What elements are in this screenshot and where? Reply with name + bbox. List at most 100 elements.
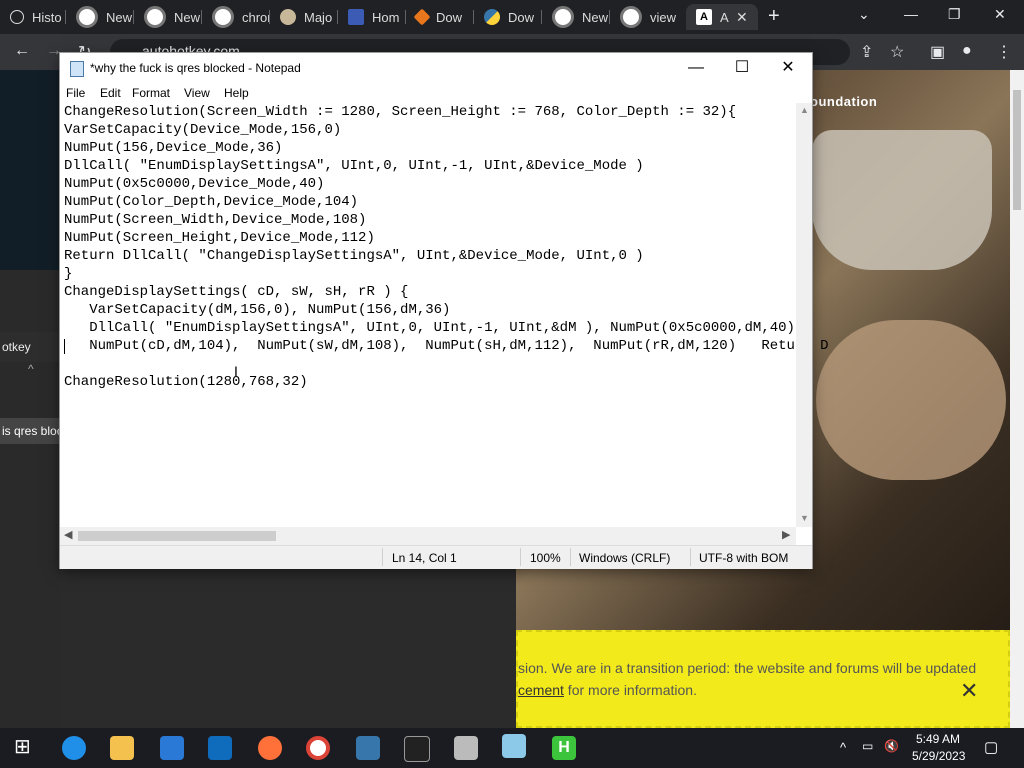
mail-icon[interactable] xyxy=(208,736,232,760)
back-icon[interactable]: ← xyxy=(14,42,30,60)
tab-history[interactable]: Histo xyxy=(0,4,66,30)
share-icon[interactable]: ⇪ xyxy=(860,42,873,62)
banner-text-line2: cement for more information. xyxy=(518,682,697,698)
browser-tabstrip: Histo New New chror Majo Hom Dow Dow New… xyxy=(0,0,1024,34)
left-column: otkey ^ is qres bloc xyxy=(0,70,63,728)
banner-text: sion. We are in a transition period: the… xyxy=(518,660,977,676)
code-line: VarSetCapacity(dM,156,0), NumPut(156,dM,… xyxy=(64,302,451,318)
profile-icon[interactable]: ● xyxy=(962,42,972,60)
vertical-scrollbar[interactable]: ▲ ▼ xyxy=(796,103,812,527)
encoding: UTF-8 with BOM xyxy=(699,551,789,565)
code-line: DllCall( "EnumDisplaySettingsA", UInt,0,… xyxy=(64,320,795,336)
scroll-down-icon[interactable]: ▼ xyxy=(800,513,809,523)
close-icon[interactable]: ✕ xyxy=(994,6,1006,23)
autohotkey-icon[interactable]: H xyxy=(552,736,576,760)
code-line: } xyxy=(64,266,73,282)
code-line: VarSetCapacity(Device_Mode,156,0) xyxy=(64,122,342,138)
tab-new-2[interactable]: New xyxy=(134,4,202,30)
menu-dots-icon[interactable]: ⋮ xyxy=(996,42,1012,62)
code-line: NumPut(cD,dM,104), NumPut(sW,dM,108), Nu… xyxy=(64,338,829,354)
new-tab-icon[interactable]: + xyxy=(768,5,780,28)
menu-help[interactable]: Help xyxy=(224,86,249,100)
restore-icon[interactable]: ❐ xyxy=(948,6,961,23)
site-icon xyxy=(348,9,364,25)
notepad-icon xyxy=(70,61,84,77)
tab-download-1[interactable]: Dow xyxy=(406,4,474,30)
menu-bar: File Edit Format View Help xyxy=(60,83,812,103)
tab-major[interactable]: Majo xyxy=(270,4,338,30)
app-icon[interactable] xyxy=(454,736,478,760)
network-icon[interactable]: ▭ xyxy=(862,739,873,753)
close-button[interactable]: ✕ xyxy=(766,57,810,79)
notice-banner: sion. We are in a transition period: the… xyxy=(516,630,1010,728)
tab-download-2[interactable]: Dow xyxy=(474,4,542,30)
clock-time[interactable]: 5:49 AM xyxy=(916,732,960,746)
close-icon[interactable]: ✕ xyxy=(736,9,748,26)
history-icon xyxy=(10,10,24,24)
tab-new-1[interactable]: New xyxy=(66,4,134,30)
page-scrollbar[interactable] xyxy=(1010,70,1024,728)
file-explorer-icon[interactable] xyxy=(110,736,134,760)
taskbar: ⊞ H ^ ▭ 🔇 5:49 AM 5/29/2023 ▢ xyxy=(0,728,1024,768)
tab-new-3[interactable]: New xyxy=(542,4,610,30)
hscroll-thumb[interactable] xyxy=(78,531,276,541)
tab-home[interactable]: Hom xyxy=(338,4,406,30)
chevron-down-icon[interactable]: ⌄ xyxy=(858,6,870,23)
chevron-up-icon[interactable]: ^ xyxy=(840,740,846,755)
cursor-position: Ln 14, Col 1 xyxy=(392,551,457,565)
code-line: Return DllCall( "ChangeDisplaySettingsA"… xyxy=(64,248,644,264)
line-ending: Windows (CRLF) xyxy=(579,551,671,565)
tab-view[interactable]: view xyxy=(610,4,686,30)
scrollbar-thumb[interactable] xyxy=(1013,90,1021,210)
scroll-up-icon[interactable]: ▲ xyxy=(800,105,809,115)
text-cursor xyxy=(64,339,65,354)
store-icon[interactable] xyxy=(160,736,184,760)
minimize-icon[interactable]: — xyxy=(904,6,918,22)
announcement-link[interactable]: cement xyxy=(518,682,564,698)
window-title: *why the fuck is qres blocked - Notepad xyxy=(90,61,301,75)
chrome-icon xyxy=(620,6,642,28)
tab-chrome[interactable]: chror xyxy=(202,4,270,30)
bookmark-star-icon[interactable]: ☆ xyxy=(890,42,904,62)
chrome-icon xyxy=(552,6,574,28)
diamond-icon xyxy=(413,8,431,26)
menu-edit[interactable]: Edit xyxy=(100,86,121,100)
notepad-window: *why the fuck is qres blocked - Notepad … xyxy=(60,53,829,569)
chrome-icon[interactable] xyxy=(306,736,330,760)
menu-file[interactable]: File xyxy=(66,86,85,100)
horizontal-scrollbar[interactable]: ◀ ▶ xyxy=(60,527,796,545)
notifications-icon[interactable]: ▢ xyxy=(984,738,998,756)
autohotkey-icon: A xyxy=(696,9,712,25)
text-editor[interactable]: ChangeResolution(Screen_Width := 1280, S… xyxy=(60,103,829,527)
chrome-icon xyxy=(76,6,98,28)
zoom-level: 100% xyxy=(530,551,561,565)
windows-start-icon[interactable]: ⊞ xyxy=(14,734,38,758)
python-icon[interactable] xyxy=(356,736,380,760)
volume-muted-icon[interactable]: 🔇 xyxy=(884,739,899,753)
maximize-button[interactable]: ☐ xyxy=(720,57,764,79)
side-link[interactable]: is qres bloc xyxy=(0,418,63,444)
scroll-left-icon[interactable]: ◀ xyxy=(64,528,72,541)
code-line: ChangeDisplaySettings( cD, sW, sH, rR ) … xyxy=(64,284,409,300)
notepad-icon[interactable] xyxy=(502,734,526,758)
code-line: NumPut(Screen_Width,Device_Mode,108) xyxy=(64,212,367,228)
ibeam-cursor-icon: I xyxy=(234,363,238,379)
caret-up-icon[interactable]: ^ xyxy=(28,362,34,376)
code-line: NumPut(0x5c0000,Device_Mode,40) xyxy=(64,176,325,192)
notepad-titlebar[interactable]: *why the fuck is qres blocked - Notepad … xyxy=(60,53,812,83)
firefox-icon[interactable] xyxy=(258,736,282,760)
side-label: otkey xyxy=(0,332,60,362)
minimize-button[interactable]: — xyxy=(674,57,718,79)
menu-view[interactable]: View xyxy=(184,86,210,100)
menu-format[interactable]: Format xyxy=(132,86,170,100)
code-line: NumPut(156,Device_Mode,36) xyxy=(64,140,283,156)
close-banner-icon[interactable]: ✕ xyxy=(960,678,978,704)
status-bar: Ln 14, Col 1 100% Windows (CRLF) UTF-8 w… xyxy=(60,545,812,569)
edge-icon[interactable] xyxy=(62,736,86,760)
terminal-icon[interactable] xyxy=(404,736,430,762)
scroll-right-icon[interactable]: ▶ xyxy=(782,528,790,541)
chrome-icon xyxy=(212,6,234,28)
side-panel-icon[interactable]: ▣ xyxy=(930,42,945,62)
hand-image xyxy=(816,320,1006,480)
clock-date[interactable]: 5/29/2023 xyxy=(912,749,965,763)
